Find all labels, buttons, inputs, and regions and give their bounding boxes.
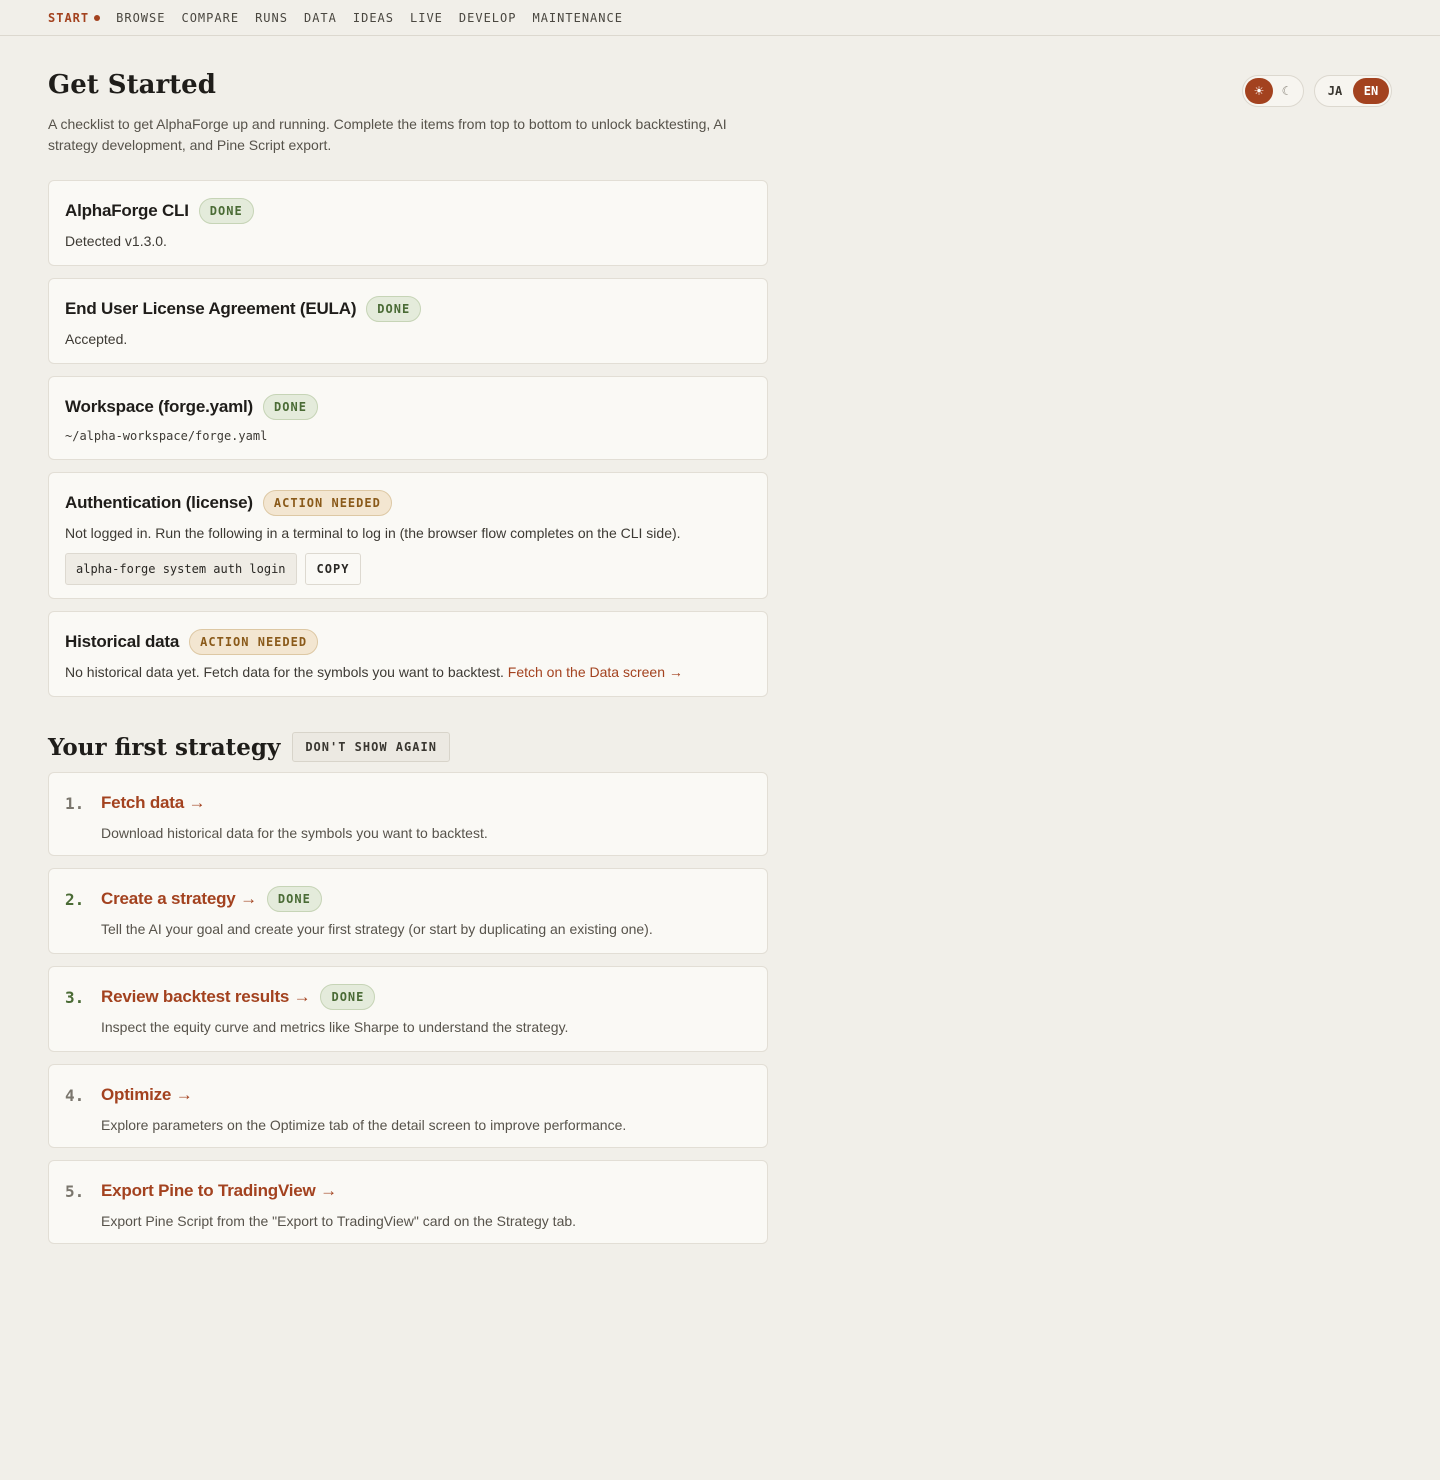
- step-number: 5.: [65, 1181, 85, 1201]
- copy-button[interactable]: COPY: [304, 553, 362, 585]
- nav-item-label: DATA: [303, 10, 337, 25]
- nav-item-label: RUNS: [255, 10, 288, 25]
- nav-item-compare[interactable]: COMPARE: [181, 11, 239, 25]
- step-link-create-strategy[interactable]: Create a strategy →: [101, 889, 257, 909]
- step-card-optimize: 4. Optimize → Explore parameters on the …: [48, 1064, 768, 1148]
- status-badge: ACTION NEEDED: [262, 490, 392, 516]
- checklist-card-auth: Authentication (license) ACTION NEEDED N…: [48, 472, 768, 599]
- step-link-export-pine[interactable]: Export Pine to TradingView →: [101, 1181, 337, 1201]
- step-description: Download historical data for the symbols…: [101, 825, 488, 841]
- step-card-review-backtest: 3. Review backtest results → DONE Inspec…: [48, 966, 768, 1052]
- nav-item-browse[interactable]: BROWSE: [116, 11, 165, 25]
- workspace-path: ~/alpha-workspace/forge.yaml: [65, 429, 268, 443]
- dark-theme-icon[interactable]: ☾: [1273, 78, 1301, 104]
- status-badge: ACTION NEEDED: [189, 629, 319, 655]
- toggle-group: ☀ ☾ JA EN: [1242, 75, 1392, 107]
- step-number: 1.: [65, 793, 85, 813]
- status-badge: DONE: [263, 394, 318, 420]
- card-description-text: No historical data yet. Fetch data for t…: [65, 664, 504, 680]
- language-toggle: JA EN: [1314, 75, 1392, 107]
- checklist-card-workspace: Workspace (forge.yaml) DONE ~/alpha-work…: [48, 376, 768, 460]
- login-command[interactable]: alpha-forge system auth login: [65, 553, 297, 585]
- nav-item-label: LIVE: [410, 10, 443, 25]
- nav-item-label: MAINTENANCE: [532, 10, 623, 25]
- card-title: End User License Agreement (EULA): [65, 299, 357, 318]
- nav-item-start[interactable]: START: [48, 10, 101, 25]
- status-badge: DONE: [320, 984, 376, 1010]
- nav-item-label: COMPARE: [181, 10, 240, 25]
- nav-item-label: START: [48, 10, 90, 25]
- top-nav: START BROWSE COMPARE RUNS DATA IDEAS LIV…: [0, 0, 1440, 36]
- first-strategy-header: Your first strategy DON'T SHOW AGAIN: [48, 732, 450, 762]
- nav-item-maintenance[interactable]: MAINTENANCE: [532, 11, 622, 25]
- language-ja-button[interactable]: JA: [1317, 78, 1353, 104]
- nav-item-live[interactable]: LIVE: [410, 11, 443, 25]
- nav-item-runs[interactable]: RUNS: [255, 11, 288, 25]
- status-badge: DONE: [366, 296, 422, 322]
- nav-item-label: BROWSE: [116, 10, 166, 25]
- card-title: Authentication (license): [65, 493, 253, 512]
- nav-item-ideas[interactable]: IDEAS: [353, 11, 394, 25]
- language-en-button[interactable]: EN: [1353, 78, 1389, 104]
- checklist-card-cli: AlphaForge CLI DONE Detected v1.3.0.: [48, 180, 768, 266]
- command-row: alpha-forge system auth login COPY: [65, 553, 751, 585]
- nav-item-develop[interactable]: DEVELOP: [459, 11, 517, 25]
- step-description: Export Pine Script from the "Export to T…: [101, 1213, 577, 1229]
- card-description: No historical data yet. Fetch data for t…: [65, 664, 751, 680]
- theme-toggle: ☀ ☾: [1242, 75, 1304, 107]
- status-badge: DONE: [198, 198, 254, 224]
- step-link-fetch-data[interactable]: Fetch data →: [101, 793, 206, 813]
- nav-item-data[interactable]: DATA: [304, 11, 337, 25]
- page-subtitle: A checklist to get AlphaForge up and run…: [48, 116, 727, 153]
- step-number: 2.: [65, 889, 85, 909]
- card-title: AlphaForge CLI: [65, 201, 189, 220]
- checklist-card-eula: End User License Agreement (EULA) DONE A…: [48, 278, 768, 364]
- step-description: Explore parameters on the Optimize tab o…: [101, 1117, 627, 1133]
- active-dot-icon: [94, 14, 101, 21]
- page-title: Get Started: [48, 70, 216, 100]
- card-description: Accepted.: [65, 331, 128, 347]
- step-card-fetch-data: 1. Fetch data → Download historical data…: [48, 772, 768, 856]
- step-description: Inspect the equity curve and metrics lik…: [101, 1019, 569, 1035]
- step-card-create-strategy: 2. Create a strategy → DONE Tell the AI …: [48, 868, 768, 954]
- step-number: 4.: [65, 1085, 85, 1105]
- nav-item-label: DEVELOP: [458, 10, 517, 25]
- card-description: Detected v1.3.0.: [65, 233, 167, 249]
- nav-item-label: IDEAS: [352, 10, 394, 25]
- step-number: 3.: [65, 987, 85, 1007]
- status-badge: DONE: [266, 886, 322, 912]
- step-link-review-backtest[interactable]: Review backtest results →: [101, 987, 311, 1007]
- dont-show-again-button[interactable]: DON'T SHOW AGAIN: [292, 732, 450, 762]
- card-description: Not logged in. Run the following in a te…: [65, 525, 681, 541]
- card-title: Workspace (forge.yaml): [65, 397, 254, 416]
- light-theme-icon[interactable]: ☀: [1245, 78, 1273, 104]
- step-card-export-pine: 5. Export Pine to TradingView → Export P…: [48, 1160, 768, 1244]
- checklist-card-historical-data: Historical data ACTION NEEDED No histori…: [48, 611, 768, 697]
- card-title: Historical data: [65, 632, 180, 651]
- step-link-optimize[interactable]: Optimize →: [101, 1085, 193, 1105]
- step-description: Tell the AI your goal and create your fi…: [101, 921, 653, 937]
- section-title: Your first strategy: [48, 733, 281, 761]
- fetch-data-link[interactable]: Fetch on the Data screen →: [508, 664, 683, 680]
